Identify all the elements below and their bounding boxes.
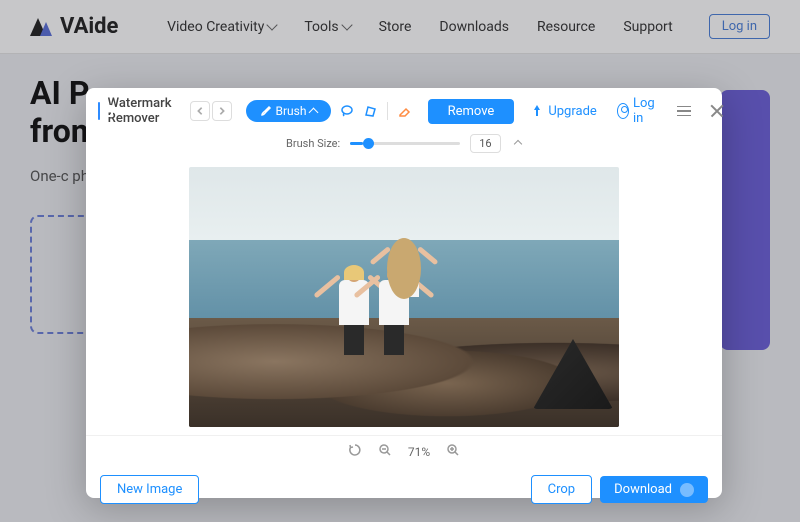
- modal-toolbar: Watermark Remover Brush Remove Upgrade L…: [86, 88, 722, 134]
- download-icon: [680, 483, 694, 497]
- menu-button[interactable]: [677, 106, 691, 117]
- polygon-tool-button[interactable]: [363, 100, 379, 122]
- reset-view-button[interactable]: [348, 442, 362, 461]
- working-image: [189, 167, 619, 427]
- modal-footer: New Image Crop Download: [86, 467, 722, 516]
- history-controls: [190, 101, 232, 121]
- watermark-remover-modal: Watermark Remover Brush Remove Upgrade L…: [86, 88, 722, 498]
- brush-size-value[interactable]: 16: [470, 134, 500, 153]
- redo-button[interactable]: [212, 101, 232, 121]
- slider-thumb[interactable]: [363, 138, 374, 149]
- undo-button[interactable]: [190, 101, 210, 121]
- remove-button[interactable]: Remove: [428, 99, 515, 124]
- brush-size-label: Brush Size:: [286, 137, 340, 150]
- close-button[interactable]: [709, 103, 710, 119]
- brush-size-control: Brush Size: 16: [86, 134, 722, 159]
- crop-button[interactable]: Crop: [531, 475, 592, 504]
- modal-login-button[interactable]: Log in: [617, 96, 659, 126]
- brush-size-slider[interactable]: [350, 142, 460, 145]
- modal-title: Watermark Remover: [108, 96, 172, 126]
- lasso-tool-button[interactable]: [339, 100, 355, 122]
- zoom-level: 71%: [408, 445, 430, 459]
- user-icon: [617, 103, 629, 119]
- brush-size-chevron[interactable]: [511, 137, 525, 151]
- chevron-up-icon: [309, 107, 319, 117]
- upgrade-button[interactable]: Upgrade: [530, 104, 596, 119]
- brush-icon: [260, 105, 272, 117]
- app-icon: [98, 102, 100, 120]
- brush-tool-button[interactable]: Brush: [246, 100, 332, 122]
- zoom-controls: 71%: [86, 435, 722, 467]
- eraser-tool-button[interactable]: [396, 100, 412, 122]
- new-image-button[interactable]: New Image: [100, 475, 199, 504]
- zoom-out-button[interactable]: [378, 442, 392, 461]
- upgrade-icon: [530, 104, 544, 118]
- download-button[interactable]: Download: [600, 476, 708, 503]
- image-canvas[interactable]: [86, 159, 722, 435]
- zoom-in-button[interactable]: [446, 442, 460, 461]
